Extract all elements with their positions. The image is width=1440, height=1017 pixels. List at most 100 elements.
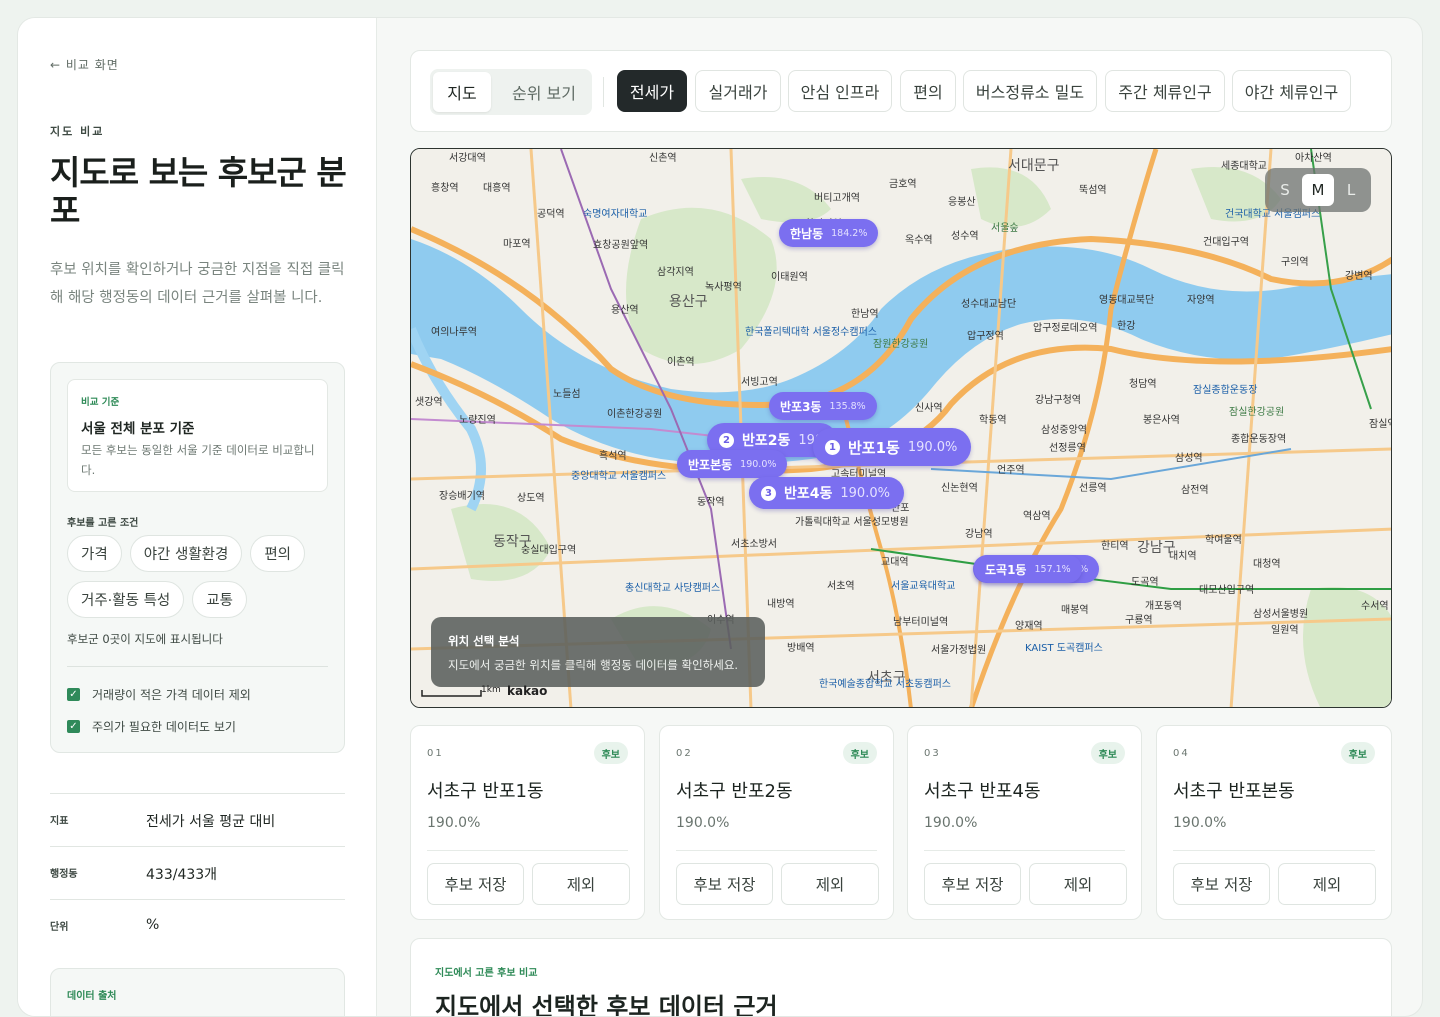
condition-chip[interactable]: 교통: [192, 581, 247, 618]
map-label: 가톨릭대학교 서울성모병원: [795, 517, 909, 528]
card-index: 01: [427, 748, 444, 759]
app-window: ← 비교 화면 지도 비교 지도로 보는 후보군 분포 후보 위치를 확인하거나…: [17, 17, 1423, 1017]
map-label: 삼각지역: [657, 267, 694, 278]
candidate-badge: 후보: [842, 742, 877, 764]
map-label: 대청역: [1253, 559, 1281, 570]
pin-pct: 190.0%: [907, 439, 958, 455]
filter-tab-day-population[interactable]: 주간 체류인구: [1105, 70, 1225, 112]
map-label: 한국폴리텍대학 서울정수캠퍼스: [745, 327, 877, 338]
checkbox-label: 거래량이 적은 가격 데이터 제외: [92, 688, 251, 702]
exclude-low-volume-checkbox[interactable]: ✓ 거래량이 적은 가격 데이터 제외: [67, 686, 251, 703]
map-label: 성수역: [951, 231, 979, 242]
save-candidate-button[interactable]: 후보 저장: [924, 863, 1021, 905]
card-index: 02: [676, 748, 693, 759]
location-analysis-tooltip: 위치 선택 분석 지도에서 궁금한 위치를 클릭해 행정동 데이터를 확인하세요…: [431, 617, 765, 687]
candidate-badge: 후보: [1340, 742, 1375, 764]
map-label: 서울가정법원: [931, 645, 987, 656]
checkbox-checked-icon[interactable]: ✓: [67, 688, 80, 701]
card-name: 서초구 반포1동: [427, 781, 544, 802]
map-label: 숙명여자대학교: [583, 209, 648, 220]
filter-tab-real-price[interactable]: 실거래가: [695, 70, 781, 112]
map-label: 동작역: [697, 497, 725, 508]
save-candidate-button[interactable]: 후보 저장: [427, 863, 524, 905]
basis-card: 비교 기준 서울 전체 분포 기준 모든 후보는 동일한 서울 기준 데이터로 …: [67, 379, 328, 492]
condition-chip[interactable]: 편의: [250, 535, 306, 572]
filter-tab-bus-stop[interactable]: 버스정류소 밀도: [963, 70, 1097, 112]
map-label: 효창공원앞역: [593, 240, 649, 251]
scale-bar-icon: [421, 690, 482, 697]
candidate-pin-banpo-bon[interactable]: 반포본동 190.0%: [677, 450, 788, 478]
map-label: 신촌역: [649, 153, 677, 164]
rank-badge: 1: [825, 439, 840, 455]
filter-tab-convenience[interactable]: 편의: [900, 70, 956, 112]
conditions-label: 후보를 고른 조건: [67, 518, 139, 529]
divider: [676, 850, 877, 851]
map-label: 선정릉역: [1049, 443, 1086, 454]
meta-value: 전세가 서울 평균 대비: [146, 814, 276, 830]
rank-badge: 3: [761, 485, 776, 501]
divider: [67, 666, 328, 667]
checkbox-checked-icon[interactable]: ✓: [67, 720, 80, 733]
condition-chips: 가격 야간 생활환경 편의 거주·활동 특성 교통: [67, 535, 337, 618]
view-mode-map[interactable]: 지도: [433, 72, 491, 112]
checkbox-label: 주의가 필요한 데이터도 보기: [92, 720, 236, 734]
map-label: 상도역: [517, 493, 545, 504]
back-link[interactable]: ← 비교 화면: [50, 56, 119, 73]
map-label: 공덕역: [537, 209, 565, 220]
meta-key: 지표: [50, 816, 69, 827]
candidate-pin-banpo4[interactable]: 3 반포4동 190.0%: [749, 477, 904, 509]
card-name: 서초구 반포2동: [676, 781, 793, 802]
map-view[interactable]: 서강대역 신촌역 서대문구 공덕역 숙명여자대학교 효창공원앞역 용산역 삼각지…: [410, 148, 1392, 708]
exclude-button[interactable]: 제외: [1029, 863, 1127, 905]
meta-value: %: [146, 917, 160, 933]
filter-tab-night-population[interactable]: 야간 체류인구: [1232, 70, 1351, 112]
basis-heading: 서울 전체 분포 기준: [81, 421, 195, 437]
map-label: 뚝섬역: [1079, 185, 1107, 196]
map-label: 여의나루역: [431, 327, 477, 338]
map-label: 압구정역: [967, 331, 1004, 342]
tooltip-text: 지도에서 궁금한 위치를 클릭해 행정동 데이터를 확인하세요.: [448, 658, 739, 672]
candidate-pin-hannam[interactable]: 한남동 184.2%: [779, 219, 879, 247]
map-label: 이태원역: [771, 272, 808, 283]
map-label: 잠실역: [1369, 419, 1391, 430]
save-candidate-button[interactable]: 후보 저장: [1173, 863, 1270, 905]
candidate-pin-dogok1[interactable]: 도곡1동 157.1%: [974, 555, 1082, 583]
map-label: 마포역: [503, 239, 531, 250]
map-label: 강남구청역: [1035, 395, 1081, 406]
view-mode-ranking[interactable]: 순위 보기: [500, 72, 588, 112]
map-label: 개포동역: [1145, 601, 1182, 612]
condition-chip[interactable]: 거주·활동 특성: [67, 581, 185, 618]
save-candidate-button[interactable]: 후보 저장: [676, 863, 773, 905]
map-label: 용산역: [611, 305, 639, 316]
map-label: 한티역: [1101, 541, 1129, 552]
rank-badge: 2: [719, 432, 734, 448]
candidate-pin-banpo1[interactable]: 1 반포1동 190.0%: [813, 428, 972, 466]
section-heading: 지도에서 선택한 후보 데이터 근거: [435, 993, 778, 1017]
map-label: 잠원한강공원: [873, 339, 929, 350]
map-label: 서초역: [827, 581, 855, 592]
candidate-pin-banpo3[interactable]: 반포3동 135.8%: [769, 392, 877, 420]
pin-name: 반포3동: [780, 399, 822, 414]
filter-tab-jeonse[interactable]: 전세가: [617, 70, 687, 112]
map-label: 학여울역: [1205, 535, 1242, 546]
card-value: 190.0%: [1173, 815, 1227, 831]
map-label: 방배역: [787, 643, 815, 654]
condition-chip[interactable]: 야간 생활환경: [129, 535, 243, 572]
meta-row-indicator: 지표 전세가 서울 평균 대비: [50, 793, 345, 846]
show-caution-data-checkbox[interactable]: ✓ 주의가 필요한 데이터도 보기: [67, 718, 236, 735]
condition-chip[interactable]: 가격: [67, 535, 122, 572]
map-label: 숭실대입구역: [521, 545, 577, 556]
size-option-s[interactable]: S: [1269, 174, 1301, 206]
size-option-m[interactable]: M: [1302, 174, 1334, 206]
exclude-button[interactable]: 제외: [532, 863, 630, 905]
map-label: 이촌한강공원: [607, 409, 663, 420]
meta-row-unit: 단위 %: [50, 899, 345, 952]
meta-value: 433/433개: [146, 867, 218, 883]
exclude-button[interactable]: 제외: [1278, 863, 1376, 905]
size-option-l[interactable]: L: [1335, 174, 1367, 206]
scale-label: 1km: [481, 685, 501, 695]
map-label: 수서역: [1361, 601, 1389, 612]
exclude-button[interactable]: 제외: [781, 863, 879, 905]
filter-tab-safety[interactable]: 안심 인프라: [788, 70, 892, 112]
pin-name: 도곡1동: [985, 562, 1027, 577]
